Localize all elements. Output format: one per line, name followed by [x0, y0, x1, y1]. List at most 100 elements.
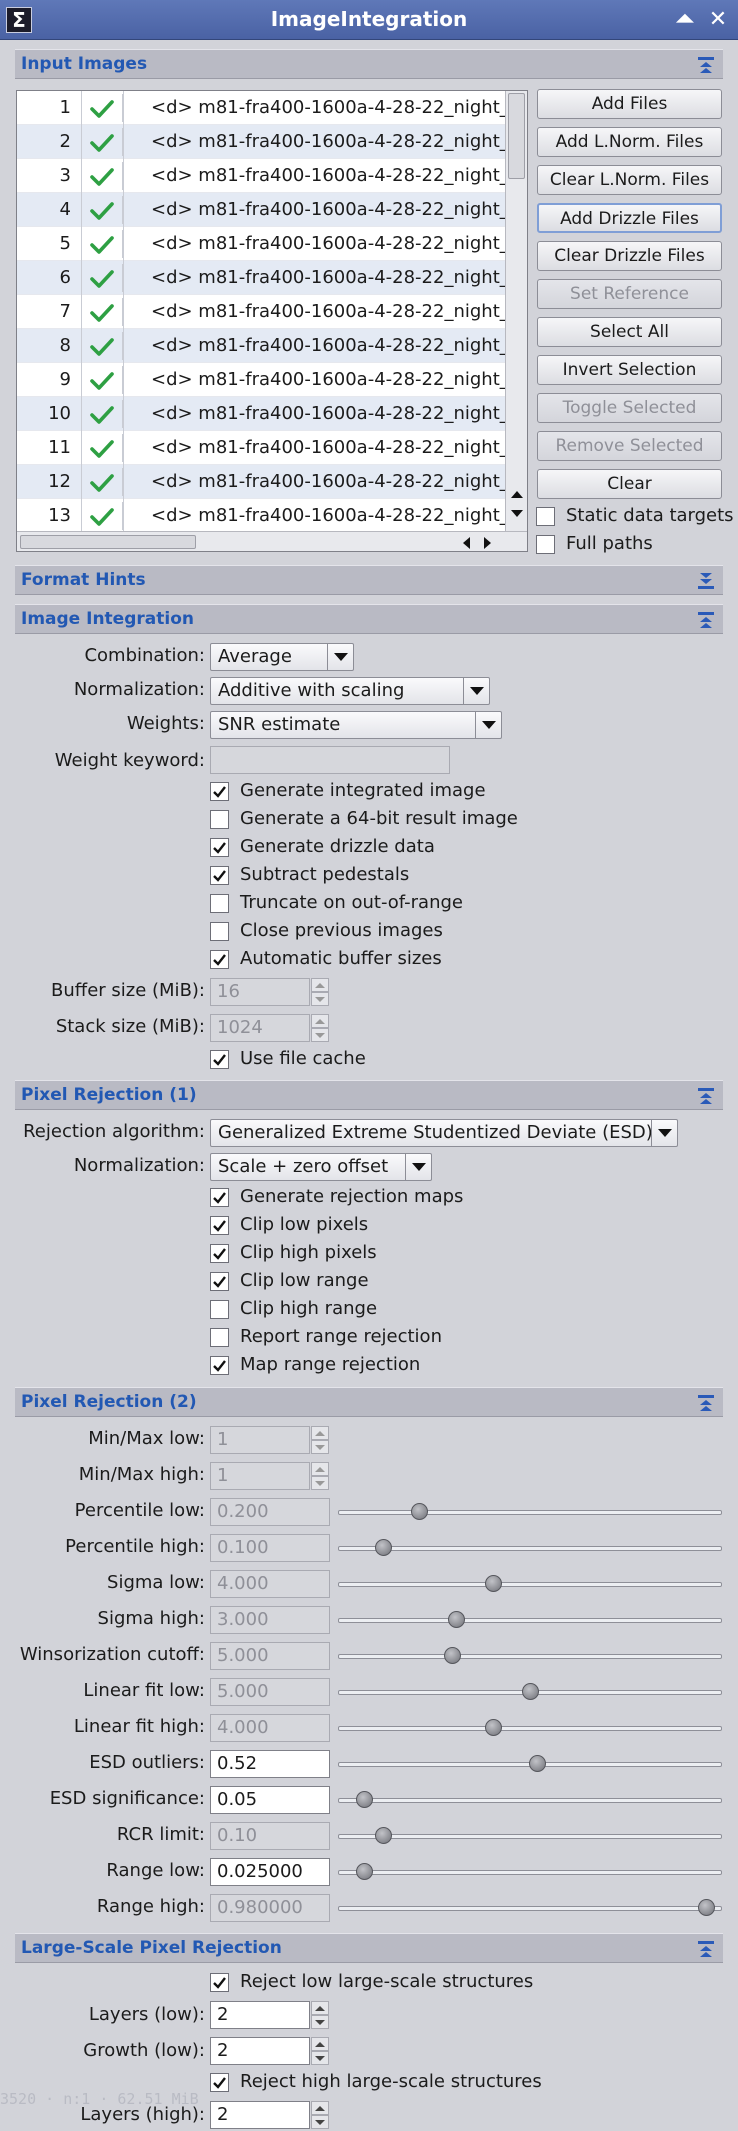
rcr-limit-field[interactable]: 0.10 [210, 1822, 330, 1850]
vertical-scrollbar[interactable] [505, 91, 527, 531]
buffer-size-field[interactable]: 16 [210, 978, 310, 1006]
enabled-toggle[interactable] [81, 366, 123, 394]
checkbox-box[interactable] [210, 1328, 229, 1347]
slider-track[interactable] [338, 1654, 722, 1659]
file-row[interactable]: 6 <d> m81-fra400-1600a-4-28-22_night_1 [17, 261, 520, 295]
winsorization-cutoff-field[interactable]: 5.000 [210, 1642, 330, 1670]
spin-up-icon[interactable] [311, 2001, 329, 2015]
clear-lnorm-files-button[interactable]: Clear L.Norm. Files [537, 165, 722, 195]
layers-high-field[interactable]: 2 [210, 2101, 310, 2129]
checkbox-checked[interactable] [210, 866, 229, 885]
checkbox-box[interactable] [210, 810, 229, 829]
slider-knob[interactable] [444, 1647, 461, 1664]
buffer-size-spinner[interactable] [311, 978, 329, 1006]
sigma-high-slider[interactable] [338, 1611, 722, 1628]
layers-high-spinner[interactable] [311, 2101, 329, 2129]
slider-track[interactable] [338, 1618, 722, 1623]
checkbox-checked[interactable] [210, 1356, 229, 1375]
chevron-down-icon[interactable] [651, 1120, 677, 1146]
layers-low-spinner[interactable] [311, 2001, 329, 2029]
slider-track[interactable] [338, 1870, 722, 1875]
section-input-images[interactable]: Input Images [15, 49, 723, 79]
enabled-toggle[interactable] [81, 196, 123, 224]
range-high-field[interactable]: 0.980000 [210, 1894, 330, 1922]
set-reference-button[interactable]: Set Reference [537, 279, 722, 309]
spin-up-icon[interactable] [311, 1462, 329, 1476]
esd-outliers-field[interactable]: 0.52 [210, 1750, 330, 1778]
spin-up-icon[interactable] [311, 1426, 329, 1440]
file-row[interactable]: 3 <d> m81-fra400-1600a-4-28-22_night_1 [17, 159, 520, 193]
slider-knob[interactable] [411, 1503, 428, 1520]
scroll-right-icon[interactable] [483, 536, 493, 550]
slider-knob[interactable] [356, 1791, 373, 1808]
spin-up-icon[interactable] [311, 2101, 329, 2115]
enabled-toggle[interactable] [81, 264, 123, 292]
stack-size-field[interactable]: 1024 [210, 1014, 310, 1042]
stack-size-spinner[interactable] [311, 1014, 329, 1042]
sigma-low-slider[interactable] [338, 1575, 722, 1592]
section-pixel-rejection-1[interactable]: Pixel Rejection (1) [15, 1080, 723, 1110]
growth-low-spinner[interactable] [311, 2037, 329, 2065]
checkbox-checked[interactable] [210, 1973, 229, 1992]
rejection-algorithm-select[interactable]: Generalized Extreme Studentized Deviate … [210, 1119, 678, 1147]
min-max-high-field[interactable]: 1 [210, 1462, 310, 1490]
slider-knob[interactable] [485, 1575, 502, 1592]
add-files-button[interactable]: Add Files [537, 89, 722, 119]
file-row[interactable]: 5 <d> m81-fra400-1600a-4-28-22_night_1 [17, 227, 520, 261]
linear-fit-low-field[interactable]: 5.000 [210, 1678, 330, 1706]
slider-track[interactable] [338, 1582, 722, 1587]
slider-knob[interactable] [375, 1827, 392, 1844]
percentile-high-field[interactable]: 0.100 [210, 1534, 330, 1562]
chevron-down-icon[interactable] [463, 678, 489, 704]
spin-down-icon[interactable] [311, 1476, 329, 1490]
collapse-section-icon[interactable] [697, 1087, 715, 1105]
esd-significance-slider[interactable] [338, 1791, 722, 1808]
scroll-left-icon[interactable] [461, 536, 471, 550]
file-row[interactable]: 7 <d> m81-fra400-1600a-4-28-22_night_1 [17, 295, 520, 329]
slider-knob[interactable] [698, 1899, 715, 1916]
enabled-toggle[interactable] [81, 468, 123, 496]
range-low-slider[interactable] [338, 1863, 722, 1880]
enabled-toggle[interactable] [81, 332, 123, 360]
percentile-low-field[interactable]: 0.200 [210, 1498, 330, 1526]
min-max-low-spinner[interactable] [311, 1426, 329, 1454]
slider-knob[interactable] [375, 1539, 392, 1556]
linear-fit-high-field[interactable]: 4.000 [210, 1714, 330, 1742]
section-large-scale-rejection[interactable]: Large-Scale Pixel Rejection [15, 1933, 723, 1963]
chevron-down-icon[interactable] [405, 1154, 431, 1180]
percentile-high-slider[interactable] [338, 1539, 722, 1556]
sigma-low-field[interactable]: 4.000 [210, 1570, 330, 1598]
invert-selection-button[interactable]: Invert Selection [537, 355, 722, 385]
scrollbar-thumb[interactable] [508, 93, 525, 179]
remove-selected-button[interactable]: Remove Selected [537, 431, 722, 461]
checkbox-box[interactable] [536, 507, 555, 526]
file-row[interactable]: 11 <d> m81-fra400-1600a-4-28-22_night_1 [17, 431, 520, 465]
slider-knob[interactable] [356, 1863, 373, 1880]
checkbox-checked[interactable] [210, 1188, 229, 1207]
slider-track[interactable] [338, 1834, 722, 1839]
checkbox-box[interactable] [210, 1300, 229, 1319]
spin-down-icon[interactable] [311, 2015, 329, 2029]
enabled-toggle[interactable] [81, 162, 123, 190]
growth-low-field[interactable]: 2 [210, 2037, 310, 2065]
slider-knob[interactable] [522, 1683, 539, 1700]
winsorization-cutoff-slider[interactable] [338, 1647, 722, 1664]
spin-up-icon[interactable] [311, 978, 329, 992]
checkbox-checked[interactable] [210, 782, 229, 801]
slider-track[interactable] [338, 1906, 722, 1911]
shade-window-icon[interactable]: ⏶ [673, 8, 697, 32]
linear-fit-high-slider[interactable] [338, 1719, 722, 1736]
linear-fit-low-slider[interactable] [338, 1683, 722, 1700]
spin-down-icon[interactable] [311, 1028, 329, 1042]
slider-track[interactable] [338, 1510, 722, 1515]
combination-select[interactable]: Average [210, 643, 354, 671]
slider-knob[interactable] [485, 1719, 502, 1736]
slider-track[interactable] [338, 1546, 722, 1551]
toggle-selected-button[interactable]: Toggle Selected [537, 393, 722, 423]
esd-outliers-slider[interactable] [338, 1755, 722, 1772]
spin-up-icon[interactable] [311, 1014, 329, 1028]
add-lnorm-files-button[interactable]: Add L.Norm. Files [537, 127, 722, 157]
chevron-down-icon[interactable] [327, 644, 353, 670]
checkbox-checked[interactable] [210, 950, 229, 969]
spin-down-icon[interactable] [311, 1440, 329, 1454]
